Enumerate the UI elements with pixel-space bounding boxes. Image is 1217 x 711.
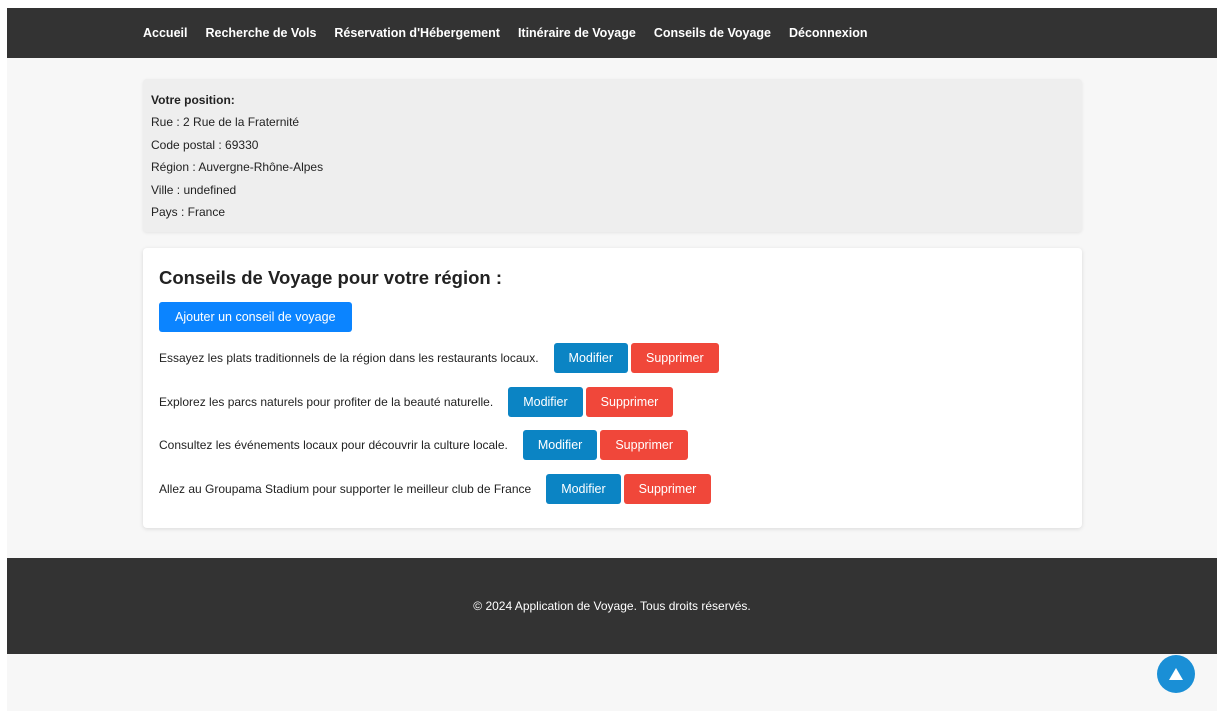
delete-tip-button[interactable]: Supprimer (600, 430, 688, 460)
modify-tip-button[interactable]: Modifier (508, 386, 583, 417)
tip-text: Explorez les parcs naturels pour profite… (159, 394, 494, 409)
nav-link-deconnexion[interactable]: Déconnexion (789, 26, 868, 40)
modify-tip-button[interactable]: Modifier (522, 430, 598, 460)
nav-link-reservation-hebergement[interactable]: Réservation d'Hébergement (334, 26, 500, 40)
tip-row: Consultez les événements locaux pour déc… (159, 430, 1066, 460)
tip-row: Explorez les parcs naturels pour profite… (159, 386, 1066, 417)
scroll-to-top-button[interactable] (1157, 655, 1195, 693)
footer: © 2024 Application de Voyage. Tous droit… (7, 558, 1217, 654)
footer-copyright: © 2024 Application de Voyage. Tous droit… (473, 599, 751, 613)
location-region: Région : Auvergne-Rhône-Alpes (151, 160, 324, 175)
arrow-up-icon (1169, 668, 1183, 680)
location-panel: Votre position: Rue : 2 Rue de la Frater… (143, 79, 1082, 232)
navbar: Accueil Recherche de Vols Réservation d'… (7, 8, 1217, 58)
nav-link-accueil[interactable]: Accueil (143, 26, 187, 40)
location-title: Votre position: (151, 93, 235, 107)
tip-text: Allez au Groupama Stadium pour supporter… (159, 481, 532, 496)
modify-tip-button[interactable]: Modifier (546, 473, 621, 504)
tip-row: Allez au Groupama Stadium pour supporter… (159, 473, 1066, 504)
tips-title: Conseils de Voyage pour votre région : (159, 267, 502, 288)
modify-tip-button[interactable]: Modifier (553, 343, 629, 373)
location-postal-code: Code postal : 69330 (151, 137, 259, 152)
location-country: Pays : France (151, 205, 226, 220)
delete-tip-button[interactable]: Supprimer (631, 343, 719, 373)
location-city: Ville : undefined (151, 182, 237, 197)
tip-text: Consultez les événements locaux pour déc… (159, 438, 508, 452)
delete-tip-button[interactable]: Supprimer (585, 386, 674, 417)
tip-row: Essayez les plats traditionnels de la ré… (159, 343, 1066, 373)
nav-link-recherche-vols[interactable]: Recherche de Vols (205, 26, 316, 40)
tips-panel: Conseils de Voyage pour votre région : A… (143, 248, 1082, 528)
location-street: Rue : 2 Rue de la Fraternité (151, 115, 300, 129)
nav-link-conseils[interactable]: Conseils de Voyage (654, 26, 771, 40)
add-tip-button[interactable]: Ajouter un conseil de voyage (159, 302, 352, 332)
nav-link-itineraire[interactable]: Itinéraire de Voyage (518, 26, 636, 40)
delete-tip-button[interactable]: Supprimer (623, 473, 712, 504)
page: Accueil Recherche de Vols Réservation d'… (7, 8, 1217, 711)
tip-text: Essayez les plats traditionnels de la ré… (159, 351, 539, 365)
